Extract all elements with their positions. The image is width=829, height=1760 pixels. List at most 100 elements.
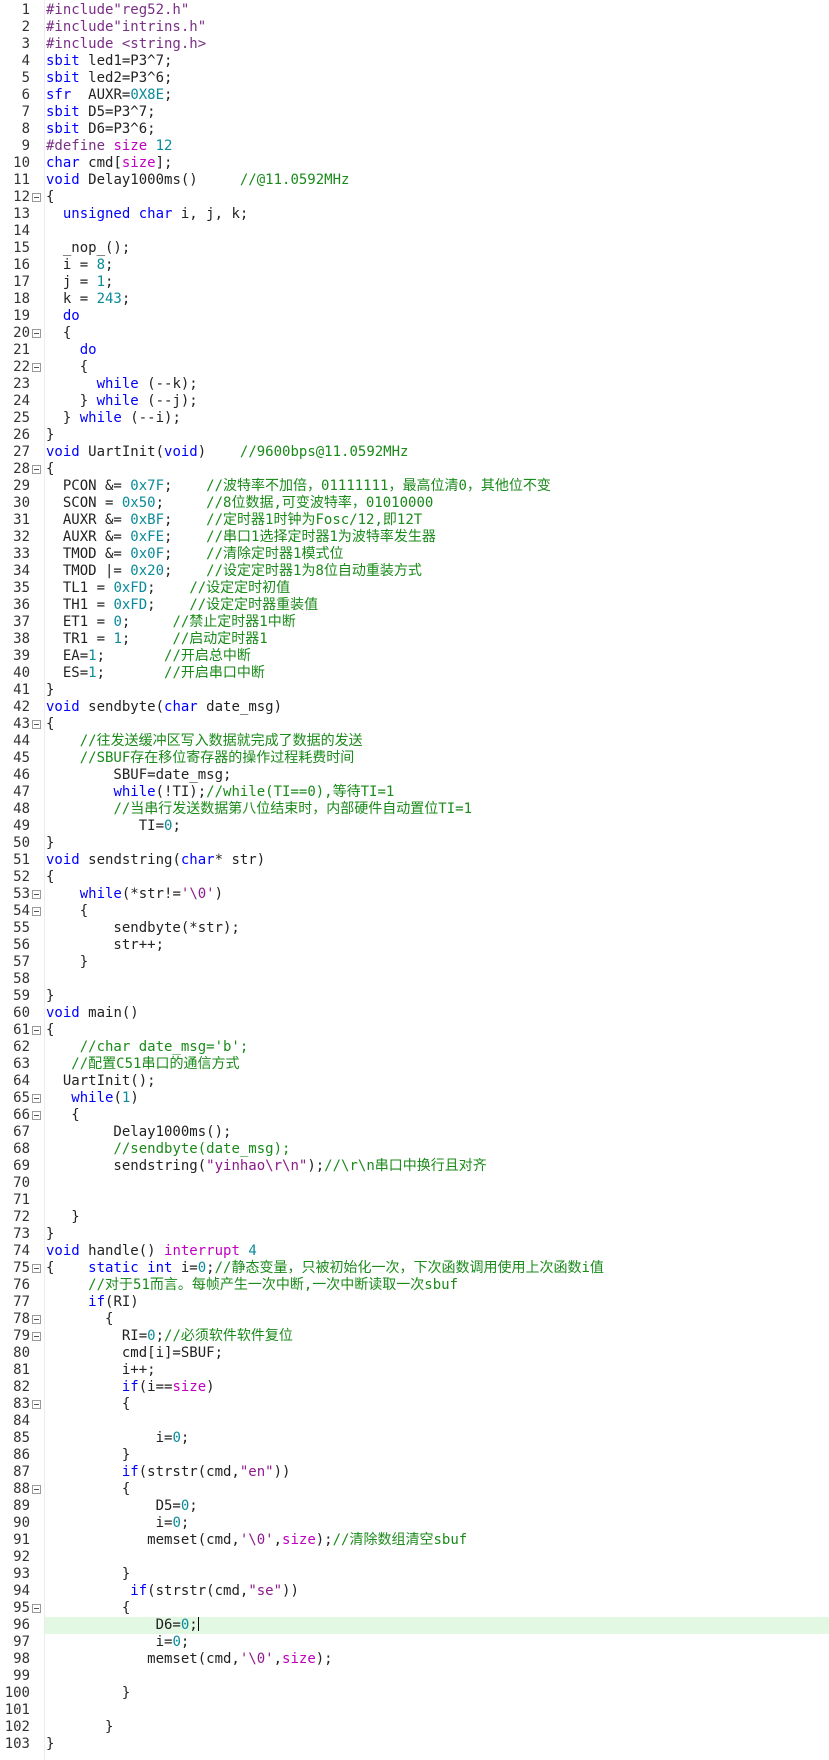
code-line[interactable]: } <box>46 1566 130 1583</box>
code-line[interactable]: AUXR &= 0xBF; //定时器1时钟为Fosc/12,即12T <box>46 512 422 529</box>
code-line[interactable]: { <box>46 1396 130 1413</box>
code-line[interactable]: void handle() interrupt 4 <box>46 1243 257 1260</box>
code-line[interactable]: while(!TI);//while(TI==0),等待TI=1 <box>46 784 394 801</box>
code-line[interactable]: { <box>46 1481 130 1498</box>
fold-toggle-icon[interactable] <box>32 903 41 920</box>
code-line[interactable]: { <box>46 359 88 376</box>
code-line[interactable]: //往发送缓冲区写入数据就完成了数据的发送 <box>46 733 363 750</box>
fold-toggle-icon[interactable] <box>32 1328 41 1345</box>
code-line[interactable]: _nop_(); <box>46 240 130 257</box>
code-line[interactable]: sendstring("yinhao\r\n");//\r\n串口中换行且对齐 <box>46 1158 486 1175</box>
code-line[interactable]: #include"reg52.h" <box>46 2 189 19</box>
code-line[interactable]: #define size 12 <box>46 138 172 155</box>
code-line[interactable]: //char date_msg='b'; <box>46 1039 249 1056</box>
code-line[interactable]: EA=1; //开启总中断 <box>46 648 251 665</box>
code-line[interactable]: } <box>46 835 54 852</box>
code-line[interactable]: { static int i=0;//静态变量，只被初始化一次，下次函数调用使用… <box>46 1260 604 1277</box>
code-line[interactable]: D6=0; <box>46 1617 199 1634</box>
code-line[interactable]: str++; <box>46 937 164 954</box>
fold-toggle-icon[interactable] <box>32 1260 41 1277</box>
code-line[interactable]: AUXR &= 0xFE; //串口1选择定时器1为波特率发生器 <box>46 529 436 546</box>
code-line[interactable]: while(*str!='\0') <box>46 886 223 903</box>
code-line[interactable]: i=0; <box>46 1515 190 1532</box>
code-line[interactable]: { <box>46 325 71 342</box>
fold-toggle-icon[interactable] <box>32 325 41 342</box>
code-editor[interactable]: 1 2 3 4 5 6 7 8 9 10 11 12 13 14 15 16 17 18 19 20 21 22 23 24 2… <box>0 0 829 1760</box>
code-line[interactable]: } <box>46 1209 79 1226</box>
code-line[interactable]: { <box>46 1600 130 1617</box>
code-line[interactable]: sbit led1=P3^7; <box>46 53 172 70</box>
code-line[interactable]: { <box>46 903 88 920</box>
code-line[interactable]: void main() <box>46 1005 139 1022</box>
fold-toggle-icon[interactable] <box>32 1022 41 1039</box>
code-line[interactable]: { <box>46 1311 113 1328</box>
code-line[interactable]: ET1 = 0; //禁止定时器1中断 <box>46 614 296 631</box>
code-line[interactable]: } <box>46 988 54 1005</box>
code-line[interactable]: i=0; <box>46 1634 190 1651</box>
code-line[interactable]: if(strstr(cmd,"se")) <box>46 1583 299 1600</box>
code-line[interactable]: void sendbyte(char date_msg) <box>46 699 282 716</box>
code-line[interactable]: SBUF=date_msg; <box>46 767 231 784</box>
code-line[interactable]: } <box>46 1719 113 1736</box>
code-line[interactable]: void UartInit(void) //9600bps@11.0592MHz <box>46 444 408 461</box>
code-line[interactable]: char cmd[size]; <box>46 155 172 172</box>
code-line[interactable]: i = 8; <box>46 257 114 274</box>
code-line[interactable]: { <box>46 461 54 478</box>
fold-toggle-icon[interactable] <box>32 886 41 903</box>
code-line[interactable]: #include"intrins.h" <box>46 19 206 36</box>
fold-toggle-icon[interactable] <box>32 1090 41 1107</box>
fold-toggle-icon[interactable] <box>32 1311 41 1328</box>
code-line[interactable]: { <box>46 1022 54 1039</box>
code-line[interactable]: } <box>46 682 54 699</box>
code-line[interactable]: } <box>46 1447 130 1464</box>
code-line[interactable]: UartInit(); <box>46 1073 156 1090</box>
code-line[interactable]: TMOD |= 0x20; //设定定时器1为8位自动重装方式 <box>46 563 422 580</box>
code-line[interactable]: TMOD &= 0x0F; //清除定时器1模式位 <box>46 546 344 563</box>
code-line[interactable]: k = 243; <box>46 291 130 308</box>
fold-toggle-icon[interactable] <box>32 189 41 206</box>
fold-toggle-icon[interactable] <box>32 359 41 376</box>
code-line[interactable]: { <box>46 189 54 206</box>
code-line[interactable]: RI=0;//必须软件软件复位 <box>46 1328 293 1345</box>
code-line[interactable]: TR1 = 1; //启动定时器1 <box>46 631 268 648</box>
code-line[interactable]: while(1) <box>46 1090 138 1107</box>
code-line[interactable]: i++; <box>46 1362 156 1379</box>
code-line[interactable]: TI=0; <box>46 818 181 835</box>
code-line[interactable]: #include <string.h> <box>46 36 206 53</box>
code-line[interactable]: } <box>46 1736 54 1753</box>
code-line[interactable]: } <box>46 427 54 444</box>
code-line[interactable]: { <box>46 869 54 886</box>
code-line[interactable]: if(RI) <box>46 1294 139 1311</box>
code-line[interactable]: do <box>46 308 80 325</box>
code-line[interactable]: j = 1; <box>46 274 114 291</box>
code-line[interactable]: } <box>46 954 88 971</box>
code-line[interactable]: { <box>46 1107 79 1124</box>
code-line[interactable]: sfr AUXR=0X8E; <box>46 87 172 104</box>
code-line[interactable]: } <box>46 1685 130 1702</box>
code-line[interactable]: while (--k); <box>46 376 198 393</box>
code-line[interactable]: { <box>46 716 54 733</box>
code-line[interactable]: ES=1; //开启串口中断 <box>46 665 265 682</box>
code-line[interactable]: //配置C51串口的通信方式 <box>46 1056 239 1073</box>
code-line[interactable]: cmd[i]=SBUF; <box>46 1345 223 1362</box>
code-line[interactable]: D5=0; <box>46 1498 198 1515</box>
code-line[interactable]: TL1 = 0xFD; //设定定时初值 <box>46 580 290 597</box>
code-line[interactable]: sbit led2=P3^6; <box>46 70 172 87</box>
code-line[interactable]: sbit D6=P3^6; <box>46 121 156 138</box>
code-line[interactable]: PCON &= 0x7F; //波特率不加倍，01111111，最高位清0，其他… <box>46 478 551 495</box>
code-line[interactable]: } while (--j); <box>46 393 198 410</box>
code-line[interactable]: i=0; <box>46 1430 190 1447</box>
fold-toggle-icon[interactable] <box>32 1600 41 1617</box>
code-line[interactable]: //对于51而言。每帧产生一次中断,一次中断读取一次sbuf <box>46 1277 458 1294</box>
code-line[interactable]: } <box>46 1226 54 1243</box>
code-line[interactable]: memset(cmd,'\0',size);//清除数组清空sbuf <box>46 1532 467 1549</box>
code-line[interactable]: if(i==size) <box>46 1379 215 1396</box>
code-line[interactable]: void sendstring(char* str) <box>46 852 265 869</box>
code-line[interactable]: do <box>46 342 97 359</box>
code-line[interactable]: memset(cmd,'\0',size); <box>46 1651 332 1668</box>
fold-toggle-icon[interactable] <box>32 1396 41 1413</box>
code-line[interactable]: //当串行发送数据第八位结束时，内部硬件自动置位TI=1 <box>46 801 472 818</box>
code-line[interactable]: //SBUF存在移位寄存器的操作过程耗费时间 <box>46 750 355 767</box>
code-line[interactable]: TH1 = 0xFD; //设定定时器重装值 <box>46 597 318 614</box>
fold-toggle-icon[interactable] <box>32 461 41 478</box>
